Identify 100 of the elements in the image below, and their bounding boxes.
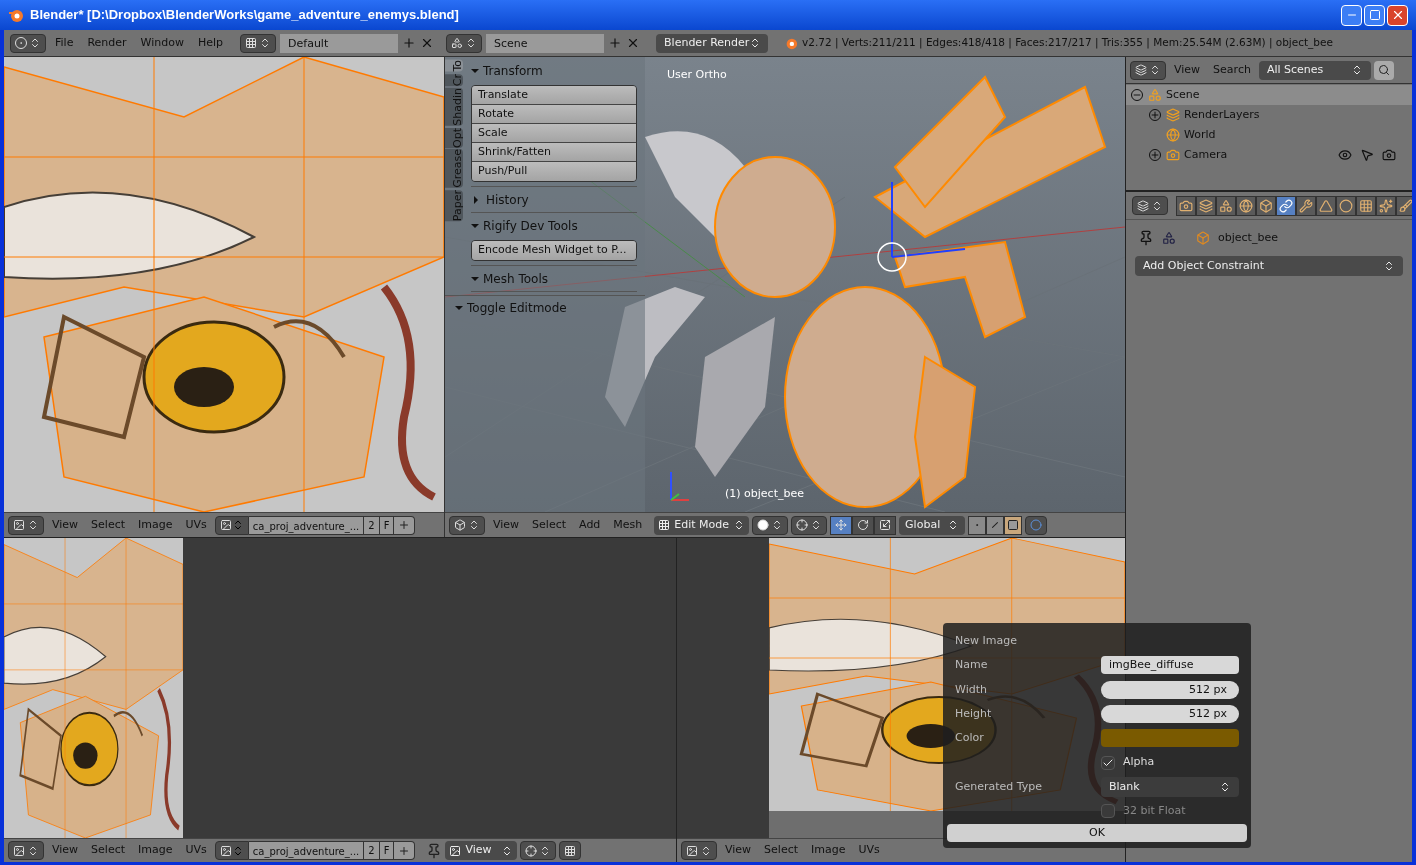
- editor-type-button[interactable]: [1132, 196, 1168, 215]
- menu-item[interactable]: Image: [806, 842, 851, 859]
- tool-button[interactable]: Translate: [472, 86, 636, 105]
- add-icon[interactable]: [402, 36, 417, 50]
- manipulator-button[interactable]: [874, 515, 897, 535]
- editor-type-button[interactable]: [449, 515, 485, 535]
- eye-icon[interactable]: [1338, 148, 1352, 162]
- tool-tab[interactable]: Shadin: [445, 87, 463, 126]
- panel-header[interactable]: History: [471, 190, 637, 210]
- properties-tab[interactable]: [1236, 195, 1256, 216]
- menu-item[interactable]: UVs: [853, 842, 885, 859]
- tool-button[interactable]: Encode Mesh Widget to P...: [472, 241, 636, 260]
- image-browse-button[interactable]: [214, 515, 249, 535]
- panel-header[interactable]: Toggle Editmode: [455, 299, 635, 317]
- menu-item[interactable]: Select: [86, 842, 131, 859]
- sync-button[interactable]: [559, 841, 582, 860]
- display-filter-dropdown[interactable]: All Scenes: [1258, 60, 1371, 80]
- type-dropdown[interactable]: Blank: [1101, 777, 1239, 798]
- menu-item[interactable]: Search: [1208, 61, 1256, 79]
- outliner-row[interactable]: Scene: [1126, 85, 1412, 105]
- menu-item[interactable]: Window: [135, 34, 189, 52]
- manipulator-button[interactable]: [852, 515, 875, 535]
- panel-header[interactable]: Mesh Tools: [471, 269, 637, 289]
- menu-item[interactable]: Image: [133, 842, 178, 859]
- menu-item[interactable]: UVs: [180, 516, 212, 534]
- ok-button[interactable]: OK: [947, 823, 1247, 842]
- select-mode-button[interactable]: [986, 515, 1005, 535]
- menu-item[interactable]: Render: [82, 34, 132, 52]
- menu-item[interactable]: Select: [527, 516, 572, 534]
- minimize-button[interactable]: [1341, 4, 1362, 26]
- proportional-button[interactable]: [1025, 515, 1048, 535]
- users-count-button[interactable]: 2: [363, 515, 380, 535]
- panel-header[interactable]: Rigify Dev Tools: [471, 216, 637, 236]
- scene-browse-button[interactable]: [446, 33, 483, 53]
- pivot-dropdown[interactable]: [791, 515, 828, 535]
- tool-tab[interactable]: Grease: [445, 149, 463, 189]
- properties-tab[interactable]: [1296, 195, 1316, 216]
- editor-type-button[interactable]: [1130, 60, 1166, 80]
- layout-field[interactable]: Default: [280, 33, 399, 53]
- width-field[interactable]: 512 px: [1101, 680, 1239, 699]
- image-browse-button[interactable]: [214, 841, 249, 860]
- menu-item[interactable]: File: [50, 34, 79, 52]
- editor-type-button[interactable]: [10, 33, 46, 53]
- tool-tab[interactable]: Paper: [445, 190, 463, 222]
- properties-tab[interactable]: [1276, 195, 1296, 216]
- image-name-field[interactable]: ca_proj_adventure_...: [248, 841, 364, 860]
- menu-item[interactable]: View: [47, 842, 84, 859]
- new-image-button[interactable]: [394, 841, 416, 860]
- properties-tab[interactable]: [1176, 195, 1196, 216]
- properties-tab[interactable]: [1216, 195, 1236, 216]
- checkbox[interactable]: [1101, 755, 1115, 770]
- menu-item[interactable]: View: [488, 516, 525, 534]
- tool-button[interactable]: Scale: [472, 124, 636, 143]
- properties-tab[interactable]: [1376, 195, 1396, 216]
- mode-dropdown[interactable]: Edit Mode: [654, 515, 750, 535]
- panel-header[interactable]: Transform: [471, 61, 637, 81]
- editor-type-button[interactable]: [8, 515, 44, 535]
- color-swatch[interactable]: [1101, 729, 1239, 748]
- checkbox[interactable]: [1101, 804, 1115, 819]
- select-mode-button[interactable]: [1004, 515, 1023, 535]
- users-count-button[interactable]: 2: [363, 841, 380, 860]
- tool-button[interactable]: Shrink/Fatten: [472, 143, 636, 162]
- tool-tab[interactable]: Opt: [445, 127, 463, 148]
- properties-tab[interactable]: [1396, 195, 1412, 216]
- properties-tab[interactable]: [1316, 195, 1336, 216]
- orientation-dropdown[interactable]: Global: [899, 515, 966, 535]
- menu-item[interactable]: Add: [574, 516, 606, 534]
- manipulator-button[interactable]: [830, 515, 853, 535]
- camera-icon[interactable]: [1382, 148, 1396, 162]
- search-button[interactable]: [1373, 60, 1394, 80]
- maximize-button[interactable]: [1364, 4, 1385, 26]
- tool-button[interactable]: Rotate: [472, 105, 636, 124]
- height-field[interactable]: 512 px: [1101, 705, 1239, 724]
- close-button[interactable]: [1387, 4, 1408, 26]
- shading-dropdown[interactable]: [752, 515, 789, 535]
- add-constraint-dropdown[interactable]: Add Object Constraint: [1135, 256, 1403, 276]
- image-name-field[interactable]: ca_proj_adventure_...: [248, 515, 364, 535]
- add-icon[interactable]: [608, 36, 623, 50]
- menu-item[interactable]: Image: [133, 516, 178, 534]
- new-image-button[interactable]: [394, 515, 416, 535]
- menu-item[interactable]: View: [1169, 61, 1206, 79]
- menu-item[interactable]: Help: [192, 34, 229, 52]
- tool-button[interactable]: Push/Pull: [472, 162, 636, 181]
- cursor-icon[interactable]: [1360, 148, 1374, 162]
- menu-item[interactable]: View: [47, 516, 84, 534]
- select-mode-button[interactable]: [968, 515, 987, 535]
- menu-item[interactable]: Select: [759, 842, 804, 859]
- pivot-dropdown[interactable]: [520, 841, 557, 860]
- scene-field[interactable]: Scene: [486, 33, 605, 53]
- menu-item[interactable]: Select: [86, 516, 131, 534]
- render-engine-dropdown[interactable]: Blender Render: [656, 33, 769, 53]
- menu-item[interactable]: Mesh: [608, 516, 648, 534]
- name-field[interactable]: imgBee_diffuse: [1101, 656, 1239, 675]
- properties-tab[interactable]: [1336, 195, 1356, 216]
- properties-tab[interactable]: [1196, 195, 1216, 216]
- properties-tab[interactable]: [1356, 195, 1376, 216]
- outliner-row[interactable]: RenderLayers: [1126, 105, 1412, 125]
- view-mode-dropdown[interactable]: View: [445, 841, 518, 860]
- menu-item[interactable]: UVs: [180, 842, 212, 859]
- tool-tab[interactable]: To: [445, 60, 463, 72]
